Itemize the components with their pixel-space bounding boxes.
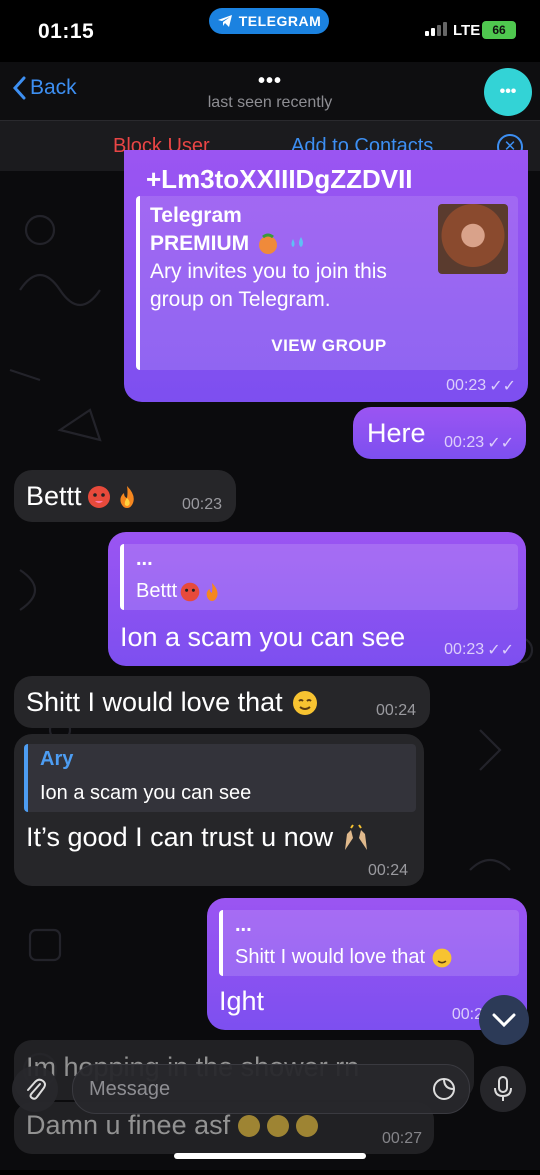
- attach-button[interactable]: [12, 1066, 58, 1112]
- message-text: Here: [367, 418, 426, 448]
- reply-quote-name: Ary: [40, 748, 74, 770]
- reply-quote[interactable]: ... Bettt: [120, 544, 518, 610]
- message-shitt[interactable]: Shitt I would love that 00:24: [14, 676, 430, 728]
- battery-icon: 66: [482, 21, 516, 39]
- preview-title: PREMIUM: [150, 232, 250, 255]
- raising-hands-emoji-icon: [345, 823, 368, 850]
- message-text: Ion a scam you can see: [120, 622, 406, 652]
- avatar-text: •••: [499, 83, 517, 100]
- preview-site: Telegram: [150, 204, 242, 227]
- message-text-row: Bettt: [26, 481, 138, 512]
- hot-face-emoji-icon: [180, 582, 200, 601]
- paperclip-icon: [27, 1078, 46, 1100]
- partial-link-text[interactable]: +Lm3toXXIIIDgZZDVII: [146, 164, 446, 195]
- message-text: Shitt I would love that: [26, 687, 283, 717]
- message-time: 00:23: [181, 496, 222, 513]
- reply-quote-row: Bettt: [136, 580, 221, 603]
- fire-emoji-icon: [119, 485, 134, 508]
- message-time: 00:23: [446, 377, 487, 394]
- chevron-down-icon: [492, 1013, 516, 1027]
- status-bar: 01:15 TELEGRAM LTE 66: [0, 0, 540, 62]
- smiling-face-emoji-icon: [432, 948, 452, 967]
- reply-quote[interactable]: ... Shitt I would love that: [219, 910, 519, 976]
- preview-title-row: PREMIUM: [150, 232, 309, 256]
- reply-quote[interactable]: Ary Ion a scam you can see: [24, 744, 416, 812]
- active-app-pill[interactable]: TELEGRAM: [209, 8, 329, 34]
- active-app-label: TELEGRAM: [238, 13, 322, 29]
- microphone-icon: [494, 1076, 512, 1101]
- message-bettt[interactable]: Bettt 00:23: [14, 470, 236, 522]
- reply-quote-text: Shitt I would love that: [235, 946, 426, 968]
- message-ion-a-scam[interactable]: ... Bettt Ion a scam you can see 00:23 ✓…: [108, 532, 526, 666]
- contact-name[interactable]: •••: [0, 70, 540, 93]
- avatar[interactable]: •••: [484, 68, 532, 116]
- droplets-emoji-icon: [291, 237, 304, 247]
- message-meta: 00:24: [368, 862, 408, 880]
- sticker-icon[interactable]: [431, 1076, 457, 1102]
- message-input[interactable]: Message: [72, 1064, 470, 1114]
- hot-face-emoji-icon: [87, 485, 110, 508]
- clock: 01:15: [38, 20, 95, 43]
- message-text-row: It’s good I can trust u now: [26, 822, 371, 853]
- message-time: 00:24: [367, 862, 408, 879]
- fire-emoji-icon: [206, 582, 218, 601]
- last-seen-status: last seen recently: [207, 94, 333, 111]
- double-check-icon: ✓✓: [487, 642, 514, 659]
- message-text: Ight: [219, 986, 265, 1016]
- network-type: LTE: [453, 22, 481, 39]
- reply-quote-row: Shitt I would love that: [235, 946, 453, 969]
- message-meta: 00:23 ✓✓: [446, 376, 516, 396]
- battery-level: 66: [492, 23, 506, 37]
- telegram-icon: [217, 15, 232, 27]
- scroll-down-button[interactable]: [479, 995, 529, 1045]
- reply-quote-name: ...: [235, 914, 252, 936]
- home-indicator: [174, 1153, 366, 1159]
- reply-quote-text: Bettt: [136, 580, 178, 602]
- message-meta: 00:23 ✓✓: [444, 433, 514, 453]
- preview-desc-1: Ary invites you to join this: [150, 260, 387, 283]
- message-time: 00:23: [444, 641, 485, 658]
- link-preview-card[interactable]: Telegram PREMIUM Ary invites you to join…: [136, 196, 518, 370]
- signal-icon: [425, 22, 447, 36]
- voice-button[interactable]: [480, 1066, 526, 1112]
- chat-header: Back ••• last seen recently •••: [0, 62, 540, 120]
- message-time: 00:23: [444, 434, 485, 451]
- message-ight[interactable]: ... Shitt I would love that Ight 00:2: [207, 898, 527, 1030]
- double-check-icon: ✓✓: [487, 435, 514, 452]
- message-text: It’s good I can trust u now: [26, 822, 334, 852]
- message-time: 00:24: [375, 702, 416, 719]
- smiling-face-emoji-icon: [292, 690, 317, 715]
- message-text-row: Shitt I would love that: [26, 687, 319, 718]
- preview-desc-2: group on Telegram.: [150, 288, 331, 311]
- message-meta: 00:23: [182, 496, 222, 514]
- double-check-icon: ✓✓: [489, 378, 516, 395]
- message-its-good[interactable]: Ary Ion a scam you can see It’s good I c…: [14, 734, 424, 886]
- message-placeholder: Message: [89, 1078, 171, 1100]
- preview-thumbnail: [438, 204, 508, 274]
- peach-emoji-icon: [259, 233, 278, 254]
- message-meta: 00:24: [376, 702, 416, 720]
- message-link-preview[interactable]: +Lm3toXXIIIDgZZDVII Telegram PREMIUM Ary…: [124, 150, 528, 402]
- message-meta: 00:23 ✓✓: [444, 640, 514, 660]
- view-group-button[interactable]: VIEW GROUP: [140, 336, 518, 356]
- reply-quote-name: ...: [136, 548, 153, 570]
- message-here[interactable]: Here 00:23 ✓✓: [353, 407, 526, 459]
- reply-quote-text: Ion a scam you can see: [40, 782, 252, 804]
- message-text: Bettt: [26, 481, 82, 511]
